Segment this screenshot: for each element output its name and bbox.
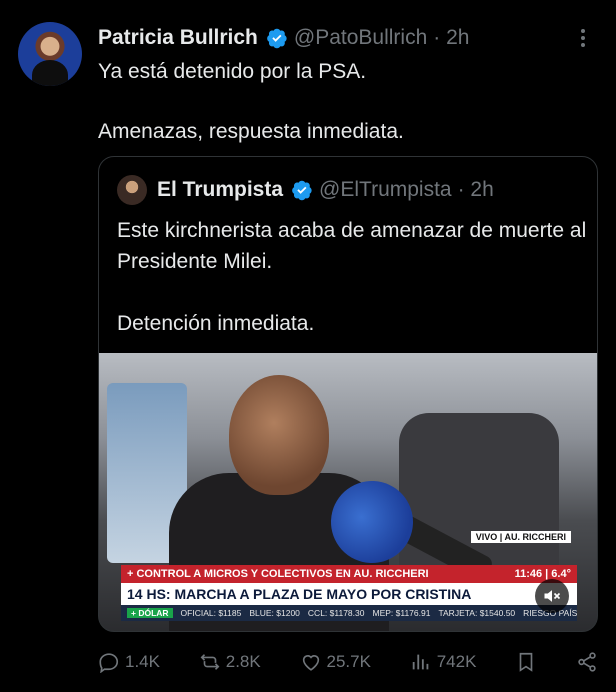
- market-value: MEP: $1176.91: [372, 608, 431, 618]
- more-dots-icon[interactable]: [572, 26, 594, 50]
- bookmark-button[interactable]: [515, 651, 537, 673]
- repost-count: 2.8K: [225, 652, 261, 671]
- like-count: 25.7K: [326, 652, 371, 671]
- ticker-main-headline: 14 HS: MARCHA A PLAZA DE MAYO POR CRISTI…: [121, 583, 577, 605]
- ticker-small-headline: + CONTROL A MICROS Y COLECTIVOS EN AU. R…: [121, 565, 577, 583]
- market-value: TARJETA: $1540.50: [438, 608, 516, 618]
- live-tag: VIVO | AU. RICCHERI: [470, 531, 571, 543]
- market-value: BLUE: $1200: [249, 608, 300, 618]
- views-button[interactable]: 742K: [410, 651, 477, 673]
- like-button[interactable]: 25.7K: [300, 651, 371, 673]
- reply-button[interactable]: 1.4K: [98, 651, 160, 673]
- heart-icon: [302, 655, 319, 671]
- quoted-author-avatar: [117, 175, 147, 205]
- reply-count: 1.4K: [125, 652, 160, 671]
- ticker-small-text: + CONTROL A MICROS Y COLECTIVOS EN AU. R…: [127, 568, 429, 580]
- quoted-tweet[interactable]: El Trumpista @ElTrumpista · 2h Este kirc…: [98, 156, 598, 632]
- quoted-tweet-header: El Trumpista @ElTrumpista · 2h: [157, 175, 494, 205]
- author-handle[interactable]: @PatoBullrich: [294, 26, 427, 50]
- quoted-paragraph: Detención inmediata.: [117, 312, 315, 335]
- reply-icon: [99, 653, 119, 673]
- video-player[interactable]: VIVO | AU. RICCHERI + CONTROL A MICROS Y…: [99, 353, 597, 631]
- quoted-tweet-time: · 2h: [457, 178, 494, 201]
- tweet-paragraph: Amenazas, respuesta inmediata.: [98, 120, 404, 143]
- repost-icon: [200, 654, 220, 670]
- market-label: + DÓLAR: [127, 608, 173, 618]
- verified-badge-icon: [267, 28, 287, 49]
- ticker-market-bar: + DÓLAR OFICIAL: $1185 BLUE: $1200 CCL: …: [121, 605, 577, 621]
- speaker-muted-icon[interactable]: [535, 579, 569, 613]
- video-person-head: [229, 375, 329, 495]
- tweet-actions: 1.4K 2.8K 25.7K 742K: [98, 648, 598, 676]
- quoted-paragraph: Este kirchnerista acaba de amenazar de m…: [117, 219, 587, 273]
- market-value: CCL: $1178.30: [307, 608, 365, 618]
- market-value: OFICIAL: $1185: [180, 608, 242, 618]
- repost-button[interactable]: 2.8K: [199, 651, 261, 673]
- bookmark-icon: [519, 652, 533, 672]
- views-chart-icon: [412, 654, 429, 670]
- ticker-clock: 11:46 | 6.4°: [514, 568, 571, 580]
- share-button[interactable]: [576, 651, 598, 673]
- author-name[interactable]: Patricia Bullrich: [98, 26, 258, 50]
- news-ticker: VIVO | AU. RICCHERI + CONTROL A MICROS Y…: [121, 531, 577, 621]
- tweet-time[interactable]: · 2h: [433, 26, 469, 50]
- author-avatar[interactable]: [18, 22, 82, 86]
- quoted-author-handle: @ElTrumpista: [319, 178, 452, 201]
- tweet-body: Ya está detenido por la PSA. Amenazas, r…: [98, 58, 598, 146]
- verified-badge-icon: [292, 180, 312, 201]
- tweet-header: Patricia Bullrich @PatoBullrich · 2h: [98, 24, 469, 52]
- tweet-paragraph: Ya está detenido por la PSA.: [98, 60, 367, 83]
- quoted-author-name: El Trumpista: [157, 178, 284, 201]
- views-count: 742K: [436, 652, 477, 671]
- share-icon: [578, 652, 596, 672]
- quoted-tweet-body: Este kirchnerista acaba de amenazar de m…: [117, 215, 587, 339]
